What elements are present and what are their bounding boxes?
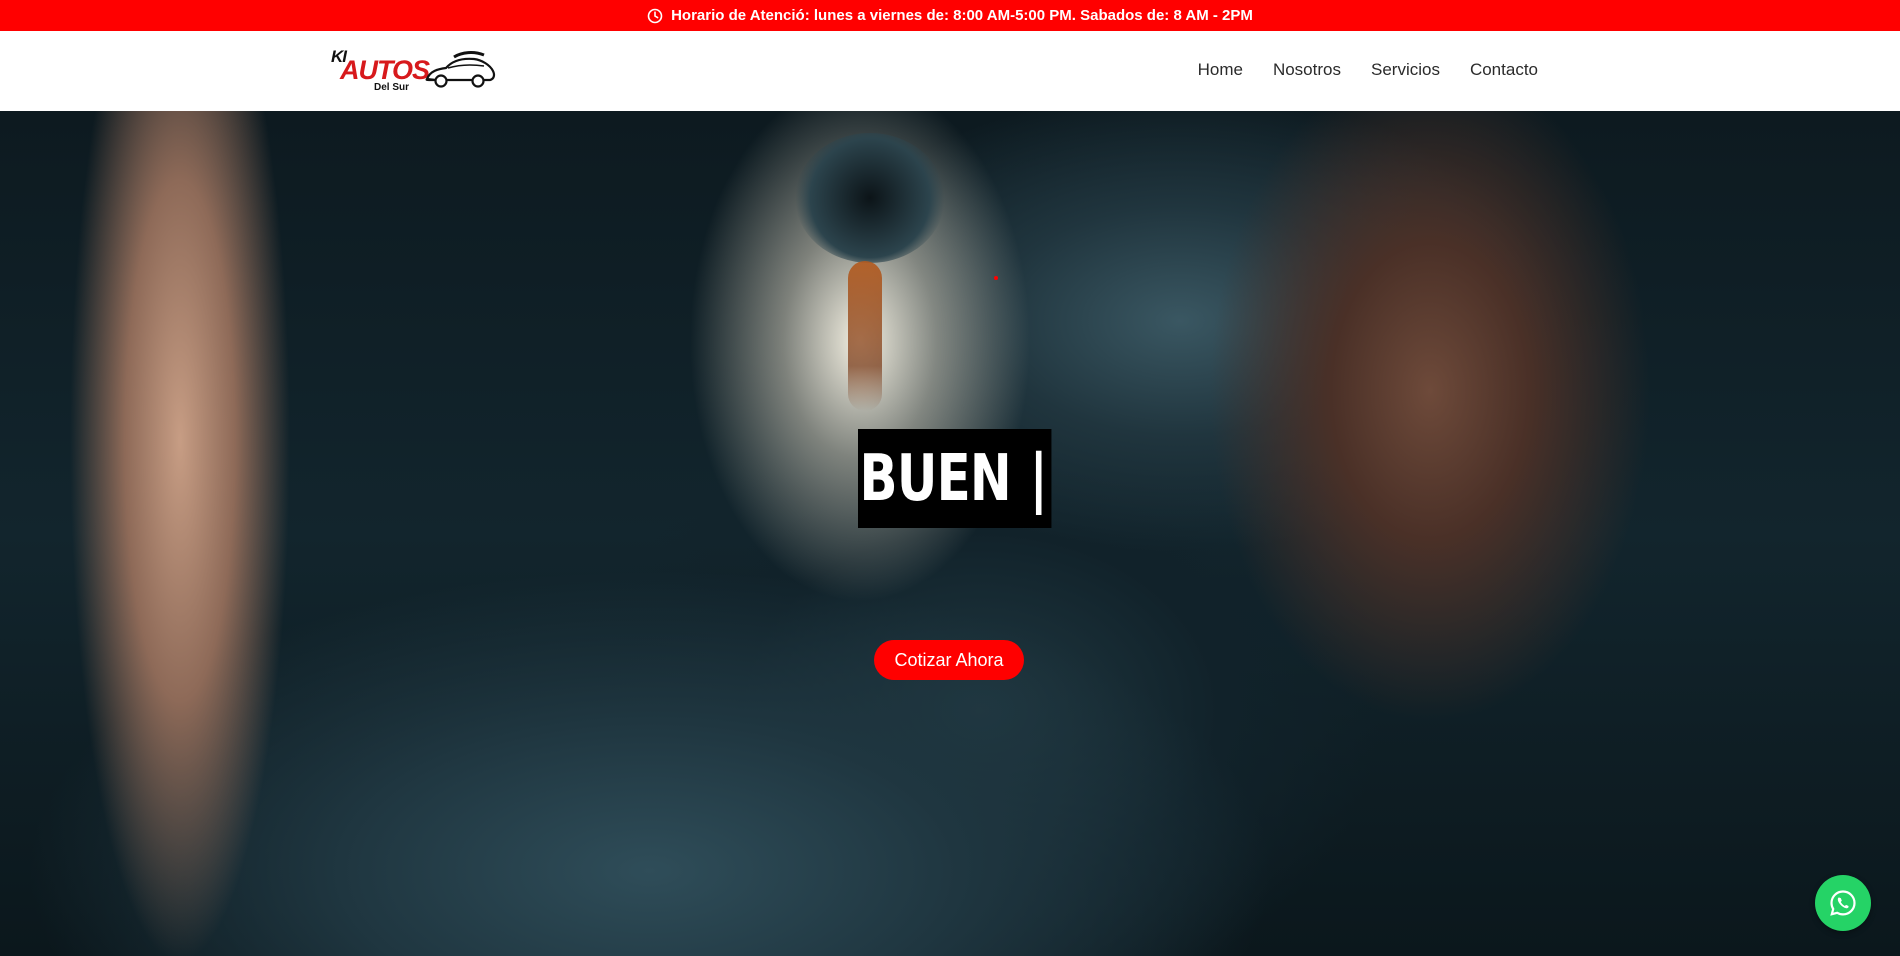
site-header: KI AUTOS Del Sur Home Nosotros Servicios… [0, 31, 1900, 111]
main-navigation: Home Nosotros Servicios Contacto [1183, 58, 1538, 82]
hero-headline-text: BUEN [859, 441, 1012, 516]
cotizar-ahora-button[interactable]: Cotizar Ahora [874, 640, 1024, 680]
nav-link-nosotros[interactable]: Nosotros [1258, 58, 1356, 82]
typing-cursor: | [1029, 441, 1048, 516]
car-icon [425, 51, 496, 88]
nav-link-contacto[interactable]: Contacto [1455, 58, 1538, 82]
hero-background-image [795, 133, 945, 263]
nav-link-servicios[interactable]: Servicios [1356, 58, 1455, 82]
hero-background-detail [848, 261, 882, 411]
hero-section: BUEN | Cotizar Ahora [0, 111, 1900, 956]
top-announcement-bar: Horario de Atenció: lunes a viernes de: … [0, 0, 1900, 31]
whatsapp-icon [1830, 890, 1856, 916]
site-logo[interactable]: KI AUTOS Del Sur [330, 47, 496, 97]
hero-headline: BUEN | [858, 429, 1052, 528]
clock-icon [647, 8, 663, 24]
whatsapp-chat-button[interactable] [1815, 875, 1871, 931]
logo-text-del-sur: Del Sur [374, 82, 410, 93]
nav-link-home[interactable]: Home [1183, 58, 1258, 82]
schedule-text: Horario de Atenció: lunes a viernes de: … [671, 7, 1253, 24]
hero-indicator-dot [994, 276, 998, 280]
